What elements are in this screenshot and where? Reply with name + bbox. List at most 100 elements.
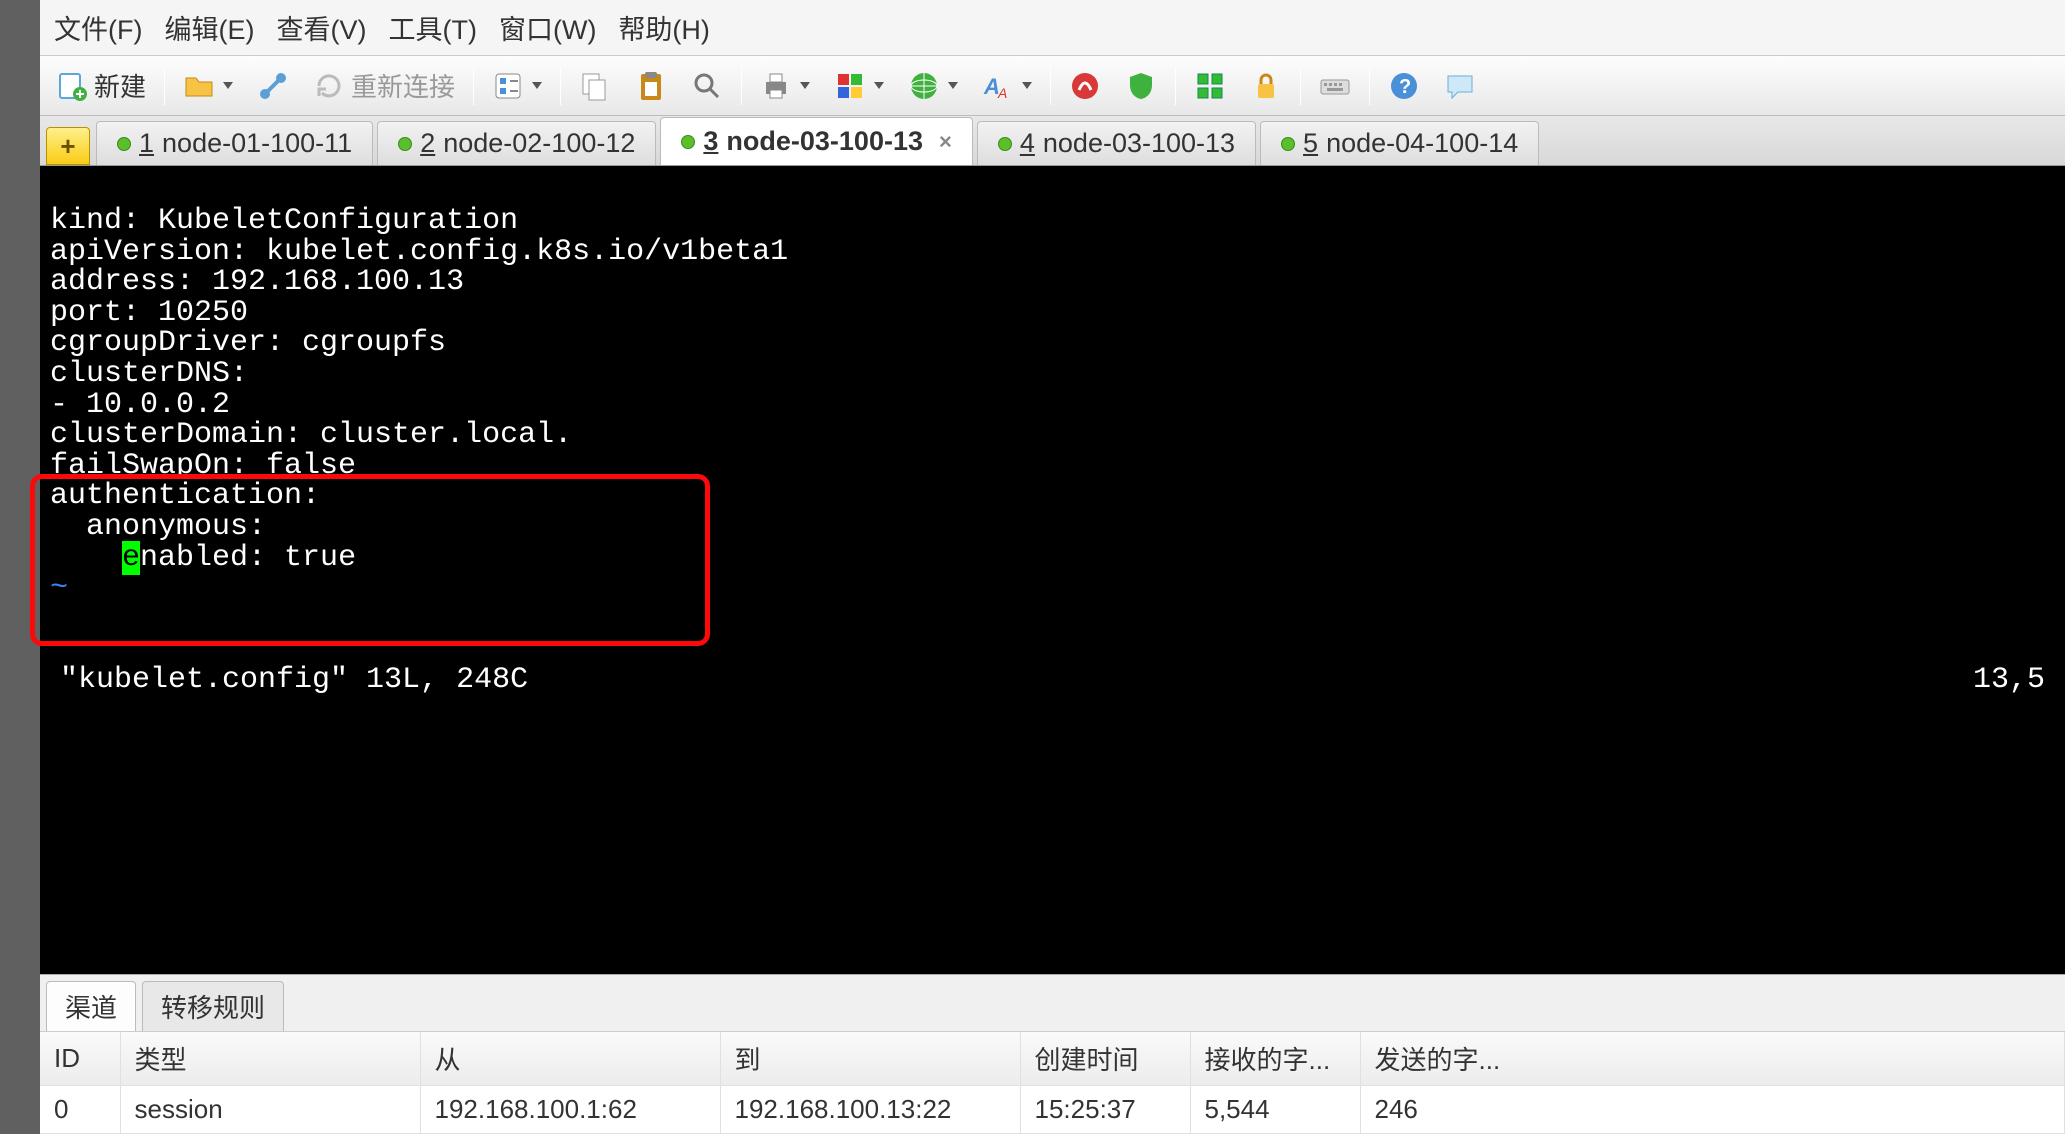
help-button[interactable]: ? bbox=[1382, 66, 1426, 106]
copy-icon bbox=[579, 70, 611, 102]
keyboard-icon bbox=[1319, 70, 1351, 102]
printer-icon bbox=[760, 70, 792, 102]
paste-icon bbox=[635, 70, 667, 102]
bottom-tab-forward[interactable]: 转移规则 bbox=[142, 981, 284, 1031]
tab-3[interactable]: 3 node-03-100-13 × bbox=[660, 117, 972, 165]
col-from[interactable]: 从 bbox=[420, 1032, 720, 1086]
bottom-tab-channel[interactable]: 渠道 bbox=[46, 981, 136, 1031]
tab-index: 3 bbox=[703, 126, 718, 157]
tab-index: 4 bbox=[1020, 128, 1035, 159]
chevron-down-icon bbox=[532, 82, 542, 89]
terminal-content: kind: KubeletConfiguration apiVersion: k… bbox=[50, 206, 2055, 696]
chevron-down-icon bbox=[874, 82, 884, 89]
status-dot-icon bbox=[998, 137, 1012, 151]
print-button[interactable] bbox=[754, 66, 816, 106]
globe-icon bbox=[908, 70, 940, 102]
separator bbox=[473, 67, 474, 105]
tab-label: node-01-100-11 bbox=[162, 128, 352, 159]
properties-button[interactable] bbox=[486, 66, 548, 106]
copy-button[interactable] bbox=[573, 66, 617, 106]
font-button[interactable]: AA bbox=[976, 66, 1038, 106]
separator bbox=[1300, 67, 1301, 105]
cell-to: 192.168.100.13:22 bbox=[720, 1086, 1020, 1134]
col-sent[interactable]: 发送的字... bbox=[1360, 1032, 2065, 1086]
chevron-down-icon bbox=[948, 82, 958, 89]
vim-tilde: ~ bbox=[50, 571, 68, 605]
cell-recv: 5,544 bbox=[1190, 1086, 1360, 1134]
xshell-icon bbox=[1069, 70, 1101, 102]
tab-2[interactable]: 2 node-02-100-12 bbox=[377, 121, 656, 165]
tab-label: node-03-100-13 bbox=[726, 126, 923, 157]
menubar: 文件(F) 编辑(E) 查看(V) 工具(T) 窗口(W) 帮助(H) bbox=[40, 0, 2065, 56]
tabbar: + 1 node-01-100-11 2 node-02-100-12 3 no… bbox=[40, 116, 2065, 166]
chat-icon bbox=[1444, 70, 1476, 102]
tab-1[interactable]: 1 node-01-100-11 bbox=[96, 121, 373, 165]
new-file-icon bbox=[56, 70, 88, 102]
menu-tools[interactable]: 工具(T) bbox=[388, 8, 476, 47]
tab-4[interactable]: 4 node-03-100-13 bbox=[977, 121, 1256, 165]
new-label: 新建 bbox=[94, 67, 146, 104]
paste-button[interactable] bbox=[629, 66, 673, 106]
shield-icon bbox=[1125, 70, 1157, 102]
bottom-tabs: 渠道 转移规则 bbox=[40, 975, 2065, 1032]
status-dot-icon bbox=[398, 137, 412, 151]
col-to[interactable]: 到 bbox=[720, 1032, 1020, 1086]
reconnect-icon bbox=[313, 70, 345, 102]
app-window: node-03-100-13 - Xshell 4 文件(F) 编辑(E) 查看… bbox=[40, 0, 2065, 1134]
plug-icon bbox=[257, 70, 289, 102]
tab-index: 5 bbox=[1303, 128, 1318, 159]
color-blocks-icon bbox=[834, 70, 866, 102]
table-row[interactable]: 0 session 192.168.100.1:62 192.168.100.1… bbox=[40, 1086, 2065, 1134]
status-dot-icon bbox=[117, 137, 131, 151]
tab-label: node-04-100-14 bbox=[1326, 128, 1518, 159]
toolbar: 新建 重新连接 bbox=[40, 56, 2065, 116]
col-id[interactable]: ID bbox=[40, 1032, 120, 1086]
separator bbox=[560, 67, 561, 105]
col-created[interactable]: 创建时间 bbox=[1020, 1032, 1190, 1086]
separator bbox=[741, 67, 742, 105]
svg-text:?: ? bbox=[1399, 76, 1411, 98]
menu-file[interactable]: 文件(F) bbox=[54, 8, 142, 47]
tab-5[interactable]: 5 node-04-100-14 bbox=[1260, 121, 1539, 165]
vim-status-right: 13,5 bbox=[1973, 665, 2045, 696]
new-button[interactable]: 新建 bbox=[50, 63, 152, 108]
cursor: e bbox=[122, 541, 140, 575]
svg-text:A: A bbox=[997, 85, 1007, 101]
window-left-strip bbox=[0, 0, 40, 1134]
terminal[interactable]: kind: KubeletConfiguration apiVersion: k… bbox=[40, 166, 2065, 974]
menu-view[interactable]: 查看(V) bbox=[276, 8, 366, 47]
shield-button[interactable] bbox=[1119, 66, 1163, 106]
cell-from: 192.168.100.1:62 bbox=[420, 1086, 720, 1134]
xshell-button[interactable] bbox=[1063, 66, 1107, 106]
channel-table: ID 类型 从 到 创建时间 接收的字... 发送的字... 0 session… bbox=[40, 1032, 2065, 1134]
separator bbox=[164, 67, 165, 105]
open-button[interactable] bbox=[177, 66, 239, 106]
vim-status-left: "kubelet.config" 13L, 248C bbox=[60, 665, 528, 696]
status-dot-icon bbox=[681, 135, 695, 149]
color-blocks-button[interactable] bbox=[828, 66, 890, 106]
close-icon[interactable]: × bbox=[939, 129, 952, 155]
cell-sent: 246 bbox=[1360, 1086, 2065, 1134]
menu-window[interactable]: 窗口(W) bbox=[499, 8, 596, 47]
tab-add-button[interactable]: + bbox=[46, 127, 90, 165]
properties-icon bbox=[492, 70, 524, 102]
separator bbox=[1369, 67, 1370, 105]
tab-index: 1 bbox=[139, 128, 154, 159]
menu-help[interactable]: 帮助(H) bbox=[618, 8, 709, 47]
menu-edit[interactable]: 编辑(E) bbox=[164, 8, 254, 47]
cell-type: session bbox=[120, 1086, 420, 1134]
status-dot-icon bbox=[1281, 137, 1295, 151]
chat-button[interactable] bbox=[1438, 66, 1482, 106]
keyboard-button[interactable] bbox=[1313, 66, 1357, 106]
lock-button[interactable] bbox=[1244, 66, 1288, 106]
find-button[interactable] bbox=[685, 66, 729, 106]
tab-label: node-03-100-13 bbox=[1043, 128, 1235, 159]
disconnect-button[interactable] bbox=[251, 66, 295, 106]
globe-button[interactable] bbox=[902, 66, 964, 106]
col-recv[interactable]: 接收的字... bbox=[1190, 1032, 1360, 1086]
reconnect-button[interactable]: 重新连接 bbox=[307, 63, 461, 108]
col-type[interactable]: 类型 bbox=[120, 1032, 420, 1086]
tile-button[interactable] bbox=[1188, 66, 1232, 106]
chevron-down-icon bbox=[1022, 82, 1032, 89]
tab-label: node-02-100-12 bbox=[443, 128, 635, 159]
